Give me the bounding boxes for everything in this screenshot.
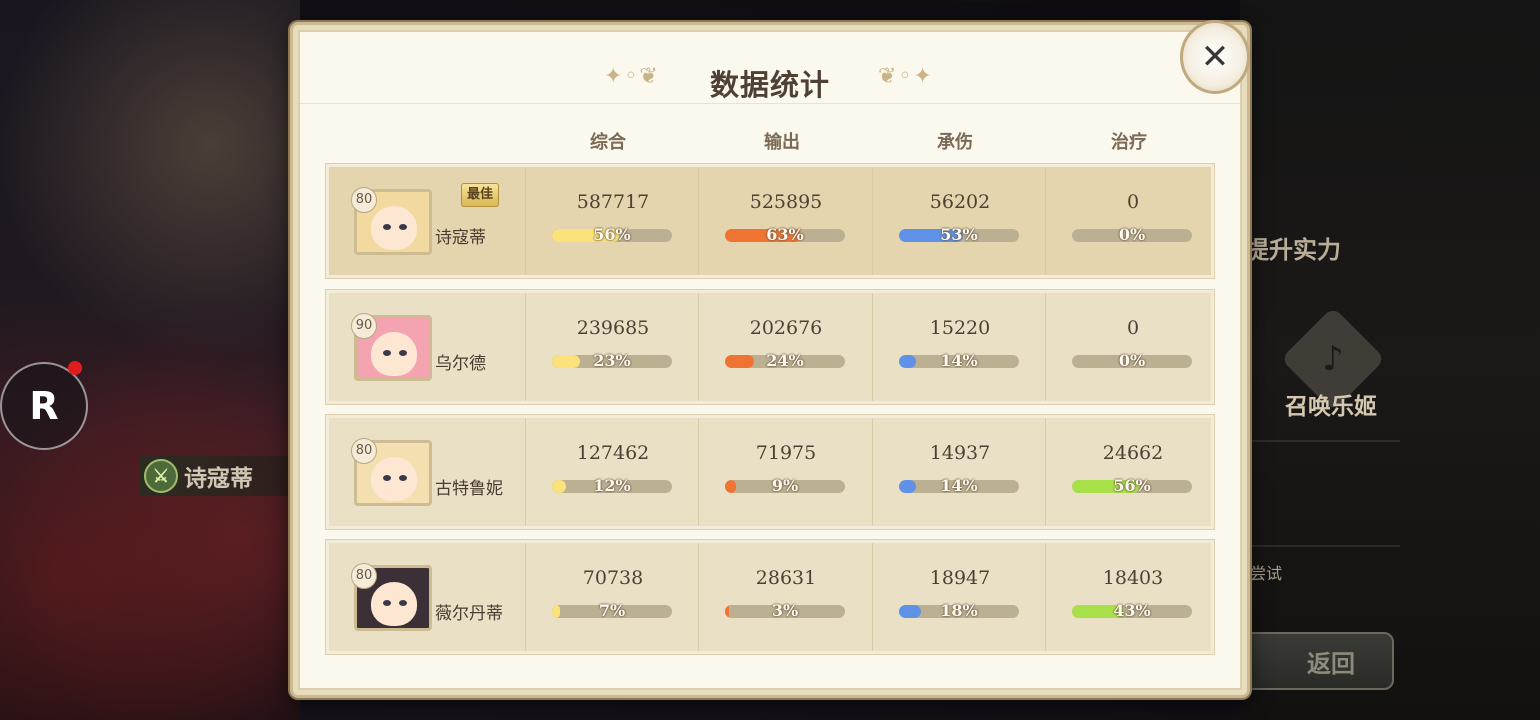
level-badge: 80 bbox=[351, 563, 377, 589]
stat-value: 0 bbox=[1126, 317, 1140, 339]
column-header-damage-taken: 承伤 bbox=[937, 132, 973, 153]
percent-label: 56% bbox=[1113, 476, 1151, 495]
table-row: 90 乌尔德 239685 23% 202676 24% 15220 14% 0 0% bbox=[325, 289, 1215, 405]
avatar-eye bbox=[383, 475, 391, 481]
stat-cell: 127462 12% bbox=[525, 418, 699, 526]
percent-label: 0% bbox=[1118, 225, 1146, 244]
notification-dot bbox=[68, 361, 82, 375]
stat-cell: 70738 7% bbox=[525, 543, 699, 651]
stat-value: 14937 bbox=[929, 442, 991, 464]
percent-label: 14% bbox=[940, 351, 978, 370]
character-tag: ⚔ 诗寇蒂 bbox=[140, 456, 290, 496]
percent-label: 0% bbox=[1118, 351, 1146, 370]
try-label: 尝试 bbox=[1250, 564, 1283, 583]
stat-value: 587717 bbox=[576, 191, 650, 213]
stat-value: 18947 bbox=[929, 567, 991, 589]
stat-value: 56202 bbox=[929, 191, 991, 213]
ornament-left-icon: ✦◦❦ bbox=[604, 64, 660, 89]
ornament-right-icon: ❦◦✦ bbox=[878, 64, 934, 89]
level-badge: 80 bbox=[351, 438, 377, 464]
character-name: 古特鲁妮 bbox=[435, 479, 503, 499]
stat-cell: 71975 9% bbox=[698, 418, 872, 526]
background-scene-left bbox=[0, 0, 300, 720]
avatar-eye bbox=[383, 224, 391, 230]
avatar-eye bbox=[383, 600, 391, 606]
avatar-face bbox=[371, 332, 417, 376]
close-button[interactable]: ✕ bbox=[1180, 20, 1250, 94]
stat-cell: 202676 24% bbox=[698, 293, 872, 401]
stat-value: 15220 bbox=[929, 317, 991, 339]
stat-cell: 15220 14% bbox=[872, 293, 1046, 401]
percent-label: 23% bbox=[593, 351, 631, 370]
avatar-eye bbox=[399, 600, 407, 606]
table-row: 80 古特鲁妮 127462 12% 71975 9% 14937 14% 24662 56% bbox=[325, 414, 1215, 530]
avatar-face bbox=[371, 582, 417, 626]
r-menu-button[interactable]: R bbox=[0, 362, 88, 450]
avatar-eye bbox=[399, 224, 407, 230]
percent-label: 12% bbox=[593, 476, 631, 495]
return-button[interactable]: 返回 bbox=[1238, 632, 1394, 690]
character-cell: 80 薇尔丹蒂 bbox=[329, 543, 525, 651]
percent-label: 3% bbox=[771, 601, 799, 620]
right-panel-title: 提升实力 bbox=[1245, 235, 1341, 264]
divider bbox=[1240, 440, 1400, 442]
avatar-eye bbox=[399, 350, 407, 356]
table-row: 80 诗寇蒂 最佳 587717 56% 525895 63% 56202 53% 0 0% bbox=[325, 163, 1215, 279]
dialog-title: 数据统计 bbox=[709, 68, 830, 102]
best-badge: 最佳 bbox=[461, 183, 499, 207]
stat-cell: 28631 3% bbox=[698, 543, 872, 651]
character-name: 乌尔德 bbox=[435, 354, 486, 374]
avatar-eye bbox=[383, 350, 391, 356]
stat-cell: 0 0% bbox=[1045, 167, 1219, 275]
avatar-face bbox=[371, 457, 417, 501]
stat-cell: 56202 53% bbox=[872, 167, 1046, 275]
percent-label: 24% bbox=[766, 351, 804, 370]
stat-cell: 14937 14% bbox=[872, 418, 1046, 526]
percent-label: 56% bbox=[593, 225, 631, 244]
percent-label: 14% bbox=[940, 476, 978, 495]
character-name: 薇尔丹蒂 bbox=[435, 604, 503, 624]
stat-value: 71975 bbox=[755, 442, 817, 464]
character-tag-label: 诗寇蒂 bbox=[184, 465, 253, 492]
character-cell: 80 诗寇蒂 最佳 bbox=[329, 167, 525, 275]
column-header-healing: 治疗 bbox=[1111, 132, 1147, 153]
stat-value: 127462 bbox=[576, 442, 650, 464]
percent-label: 53% bbox=[940, 225, 978, 244]
stat-value: 70738 bbox=[582, 567, 644, 589]
table-row: 80 薇尔丹蒂 70738 7% 28631 3% 18947 18% 18403 43% bbox=[325, 539, 1215, 655]
stat-cell: 18947 18% bbox=[872, 543, 1046, 651]
character-name: 诗寇蒂 bbox=[435, 228, 486, 248]
summon-button-label[interactable]: 召唤乐姬 bbox=[1285, 387, 1377, 421]
stat-cell: 525895 63% bbox=[698, 167, 872, 275]
stat-value: 525895 bbox=[749, 191, 823, 213]
level-badge: 90 bbox=[351, 313, 377, 339]
percent-label: 18% bbox=[940, 601, 978, 620]
percent-label: 9% bbox=[771, 476, 799, 495]
stat-cell: 0 0% bbox=[1045, 293, 1219, 401]
stat-cell: 18403 43% bbox=[1045, 543, 1219, 651]
stat-cell: 587717 56% bbox=[525, 167, 699, 275]
column-header-overall: 综合 bbox=[590, 132, 626, 153]
percent-label: 43% bbox=[1113, 601, 1151, 620]
character-cell: 80 古特鲁妮 bbox=[329, 418, 525, 526]
close-icon: ✕ bbox=[1200, 37, 1230, 77]
stat-cell: 24662 56% bbox=[1045, 418, 1219, 526]
stat-value: 239685 bbox=[576, 317, 650, 339]
percent-label: 63% bbox=[766, 225, 804, 244]
column-header-output: 输出 bbox=[764, 132, 800, 153]
stat-value: 202676 bbox=[749, 317, 823, 339]
stat-value: 28631 bbox=[755, 567, 817, 589]
stat-value: 0 bbox=[1126, 191, 1140, 213]
sword-icon: ⚔ bbox=[144, 459, 178, 493]
avatar-eye bbox=[399, 475, 407, 481]
avatar-face bbox=[371, 206, 417, 250]
divider bbox=[1240, 545, 1400, 547]
stat-value: 24662 bbox=[1102, 442, 1164, 464]
level-badge: 80 bbox=[351, 187, 377, 213]
stat-cell: 239685 23% bbox=[525, 293, 699, 401]
stat-value: 18403 bbox=[1102, 567, 1164, 589]
percent-label: 7% bbox=[598, 601, 626, 620]
character-cell: 90 乌尔德 bbox=[329, 293, 525, 401]
